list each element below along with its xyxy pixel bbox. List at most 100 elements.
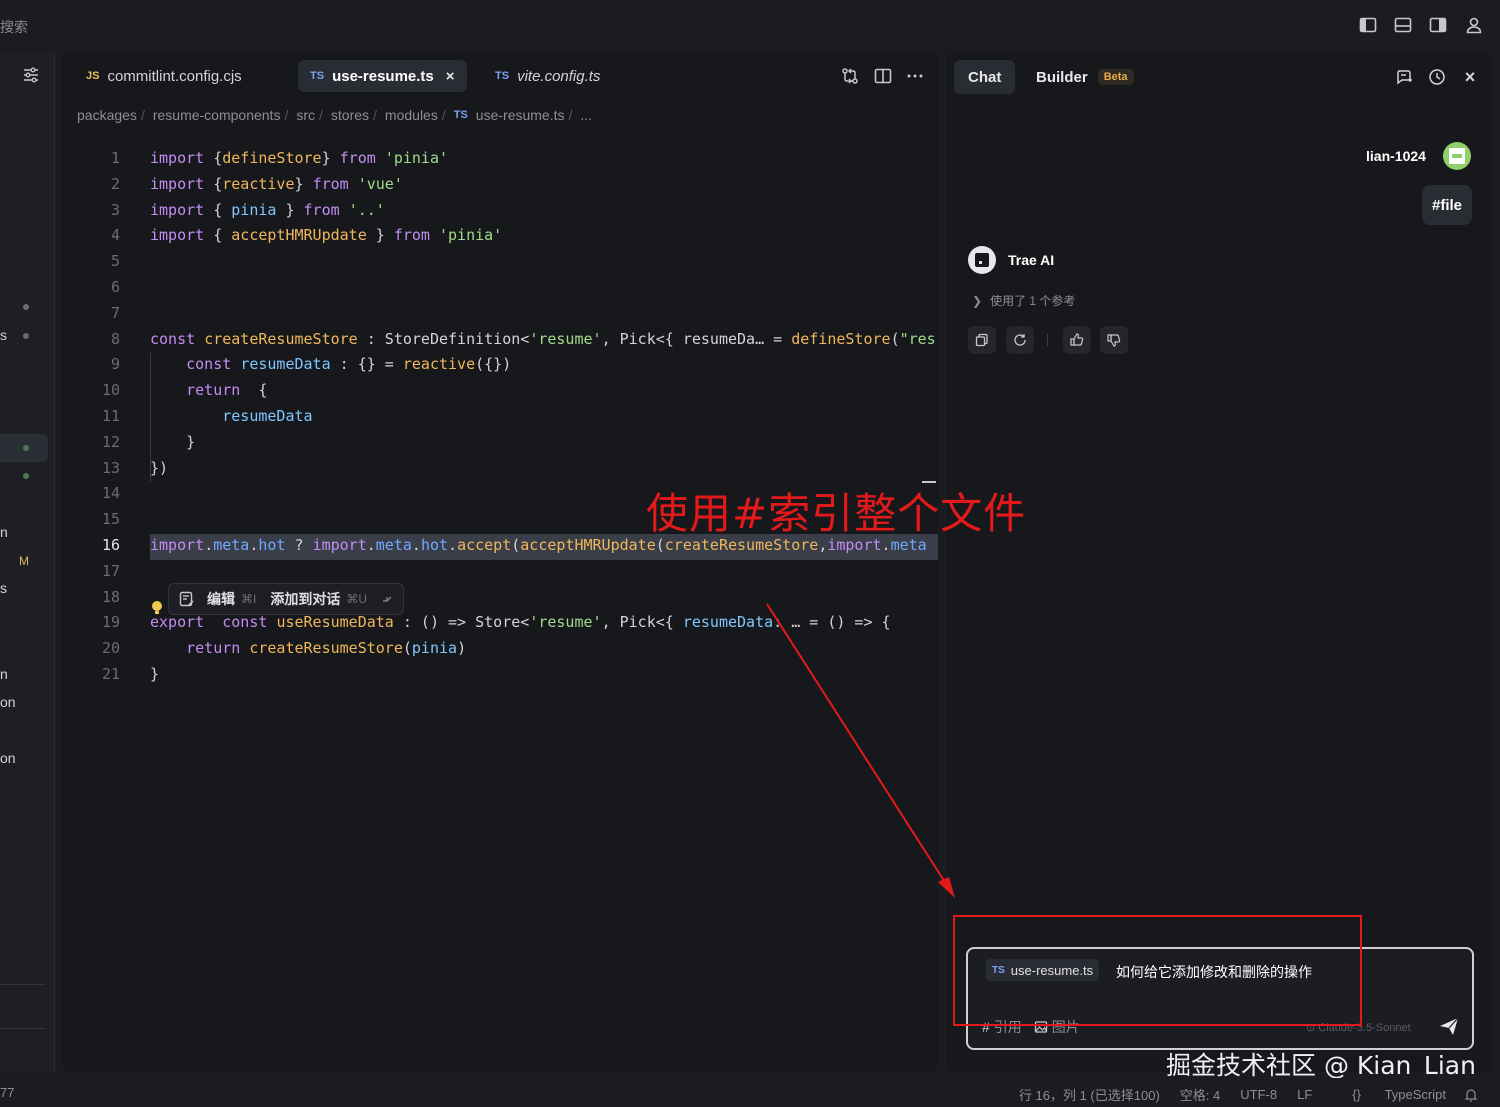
tab-label: use-resume.ts [332,67,434,85]
code-line[interactable]: 2 import {reactive} from 'vue' [62,171,938,197]
braces-icon: {} [1352,1087,1361,1102]
collapse-icon[interactable] [381,593,393,605]
status-dot [23,445,29,451]
code-line[interactable]: 3 import { pinia } from '..' [62,197,938,223]
tab-label: Builder [1036,68,1088,86]
split-editor-icon[interactable] [873,66,893,86]
breadcrumb-item[interactable]: packages [77,107,137,123]
user-name: lian-1024 [1366,148,1426,164]
file-name-fragment[interactable]: n [0,524,8,540]
editor-tab-bar: JS commitlint.config.cjs TS use-resume.t… [62,52,938,100]
line-number: 10 [101,381,120,400]
code-editor: JS commitlint.config.cjs TS use-resume.t… [62,52,938,1072]
code-line[interactable]: 7 [62,300,938,326]
code-line[interactable]: 1 import {defineStore} from 'pinia' [62,145,938,171]
code-line[interactable]: 12 } [62,429,938,455]
file-name-fragment[interactable]: n [0,666,8,682]
breadcrumb-more[interactable]: ... [580,107,592,123]
thumbs-up-icon[interactable] [1063,326,1091,354]
breadcrumb: packages / resume-components / src / stores… [77,107,593,123]
line-number: 7 [110,303,120,322]
edit-shortcut: ⌘I [241,592,257,606]
tab-use-resume[interactable]: TS use-resume.ts × [298,60,467,92]
history-icon[interactable] [1428,68,1446,86]
breadcrumb-item[interactable]: resume-components [153,107,281,123]
tab-builder[interactable]: Builder Beta [1022,60,1148,94]
edit-action-label[interactable]: 编辑 [207,589,235,609]
close-tab-icon[interactable]: × [446,68,455,85]
model-selector[interactable]: ⊙ Claude-3.5-Sonnet [1306,1021,1411,1034]
code-line[interactable]: 9 const resumeData : {} = reactive({}) [62,351,938,377]
chat-input[interactable]: TS use-resume.ts 如何给它添加修改和删除的操作 # 引用 图片 … [966,947,1474,1050]
status-dot [23,304,29,310]
line-number: 1 [110,149,120,167]
code-line[interactable]: 10 return { [62,377,938,403]
sidebar-right-icon[interactable] [1429,16,1447,34]
tab-commitlint-config[interactable]: JS commitlint.config.cjs [74,60,254,92]
source-control-icon[interactable] [840,66,860,86]
code-line[interactable]: 20 return createResumeStore(pinia) [62,635,938,661]
search-label[interactable]: 搜索 [0,17,28,37]
chat-input-text[interactable]: 如何给它添加修改和删除的操作 [1116,962,1312,982]
line-number: 2 [110,174,120,193]
code-text: import {reactive} from 'vue' [150,174,403,193]
account-icon[interactable] [1465,16,1483,34]
image-button[interactable]: 图片 [1034,1017,1080,1037]
panel-bottom-icon[interactable] [1394,16,1412,34]
file-name-fragment[interactable]: s [0,580,7,596]
add-to-chat-shortcut: ⌘U [346,592,368,606]
status-left-text: 77 [0,1085,15,1100]
breadcrumb-item[interactable]: stores [331,107,369,123]
tab-chat[interactable]: Chat [954,60,1016,94]
line-number: 20 [101,639,120,658]
indentation[interactable]: 空格: 4 [1180,1085,1220,1104]
file-name-fragment[interactable]: on [0,750,16,766]
reference-text: 使用了 1 个参考 [990,294,1076,308]
sidebar-left-icon[interactable] [1359,16,1377,34]
reference-toggle[interactable]: ❯ 使用了 1 个参考 [972,292,1075,309]
hash-icon: # [982,1019,990,1035]
cursor-position[interactable]: 行 16，列 1 (已选择100) [1019,1085,1160,1104]
code-text: import {defineStore} from 'pinia' [150,149,449,167]
code-line[interactable]: 5 [62,248,938,274]
thumbs-down-icon[interactable] [1100,326,1128,354]
breadcrumb-item[interactable]: src [296,107,315,123]
code-line[interactable]: 17 [62,558,938,584]
file-name-fragment[interactable]: s [0,327,7,343]
breadcrumb-file[interactable]: use-resume.ts [476,107,565,123]
breadcrumb-item[interactable]: modules [385,107,438,123]
code-line[interactable]: 11 resumeData [62,403,938,429]
send-icon[interactable] [1438,1015,1460,1037]
filter-icon[interactable] [22,66,40,84]
code-line[interactable]: 6 [62,274,938,300]
status-dot [23,333,29,339]
code-line[interactable]: 4 import { acceptHMRUpdate } from 'pinia' [62,222,938,248]
reference-label: 引用 [993,1019,1022,1035]
tab-vite-config[interactable]: TS vite.config.ts [483,60,612,92]
add-to-chat-label[interactable]: 添加到对话 [270,589,340,609]
line-number: 6 [110,278,120,296]
user-message: #file [1422,185,1473,225]
copy-icon[interactable] [968,326,996,354]
code-line[interactable]: 21} [62,661,938,687]
code-line[interactable]: 8 const createResumeStore : StoreDefiniti… [62,326,938,352]
file-reference-chip[interactable]: TS use-resume.ts [986,959,1100,981]
js-file-icon: JS [86,70,100,82]
reference-button[interactable]: # 引用 [982,1017,1022,1037]
line-ending[interactable]: LF [1297,1087,1312,1102]
code-text: import { acceptHMRUpdate } from 'pinia' [150,226,503,245]
ts-file-icon: TS [310,70,325,82]
encoding[interactable]: UTF-8 [1240,1087,1277,1102]
lightbulb-icon[interactable] [151,600,163,616]
new-chat-icon[interactable] [1395,68,1413,86]
more-icon[interactable] [905,66,925,86]
file-name-fragment[interactable]: on [0,694,16,710]
regenerate-icon[interactable] [1006,326,1034,354]
bell-icon[interactable] [1464,1088,1478,1102]
code-line[interactable]: 13}) [62,455,938,481]
line-number: 18 [101,587,120,606]
modified-badge: M [19,554,29,568]
language-mode[interactable]: {} TypeScript [1332,1087,1446,1102]
image-icon [1034,1021,1047,1033]
close-icon[interactable]: × [1461,68,1479,86]
